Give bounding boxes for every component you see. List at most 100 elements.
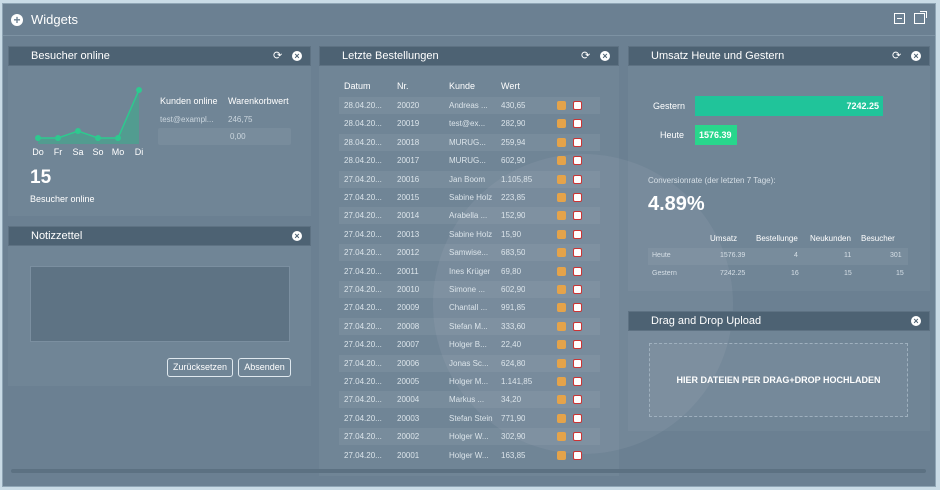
- customer-icon[interactable]: [557, 395, 566, 405]
- table-cell: 22,40: [501, 340, 522, 350]
- order-row[interactable]: 28.04.20... 20018 MURUG... 259,94: [339, 133, 600, 151]
- add-widget-icon[interactable]: +: [11, 14, 23, 26]
- order-row[interactable]: 27.04.20... 20015 Sabine Holz 223,85: [339, 189, 600, 206]
- email-icon[interactable]: [573, 285, 582, 294]
- email-icon[interactable]: [573, 266, 582, 276]
- email-icon[interactable]: [573, 193, 582, 202]
- email-icon[interactable]: [573, 156, 582, 166]
- close-icon[interactable]: ×: [600, 51, 610, 62]
- refresh-icon[interactable]: ⟳: [581, 47, 591, 66]
- email-icon[interactable]: [573, 248, 582, 258]
- email-icon[interactable]: [573, 395, 582, 405]
- customer-icon[interactable]: [557, 285, 566, 294]
- customer-icon[interactable]: [557, 266, 566, 276]
- table-cell: 20011: [397, 266, 419, 276]
- visitors-widget-header[interactable]: Besucher online ⟳ ×: [8, 46, 311, 66]
- minimize-icon[interactable]: [893, 13, 905, 24]
- email-icon[interactable]: [573, 229, 582, 239]
- table-cell: 27.04.20...: [344, 303, 382, 313]
- customer-icon[interactable]: [557, 211, 566, 221]
- email-icon[interactable]: [573, 340, 582, 350]
- close-icon[interactable]: ×: [911, 316, 921, 327]
- order-row[interactable]: 27.04.20... 20006 Jonas Sc... 624,80: [339, 354, 600, 372]
- email-icon[interactable]: [573, 413, 582, 423]
- upload-dropzone[interactable]: HIER DATEIEN PER DRAG+DROP HOCHLADEN: [649, 343, 908, 417]
- customer-icon[interactable]: [557, 303, 566, 313]
- order-row[interactable]: 28.04.20... 20020 Andreas ... 430,65: [339, 97, 600, 114]
- order-row[interactable]: 27.04.20... 20013 Sabine Holz 15,90: [339, 226, 600, 243]
- order-row[interactable]: 27.04.20... 20010 Simone ... 602,90: [339, 281, 600, 298]
- open-external-icon[interactable]: [914, 11, 927, 24]
- email-icon[interactable]: [573, 211, 582, 221]
- customer-icon[interactable]: [557, 358, 566, 368]
- customer-icon[interactable]: [557, 229, 566, 239]
- email-icon[interactable]: [573, 101, 582, 110]
- customer-icon[interactable]: [557, 193, 566, 202]
- table-cell: 27.04.20...: [344, 193, 382, 202]
- email-icon[interactable]: [573, 303, 582, 313]
- close-icon[interactable]: ×: [292, 231, 302, 242]
- order-row[interactable]: 27.04.20... 20002 Holger W... 302,90: [339, 428, 600, 446]
- customer-icon[interactable]: [557, 377, 566, 386]
- customer-icon[interactable]: [557, 248, 566, 258]
- notes-textarea[interactable]: [30, 266, 290, 342]
- order-row[interactable]: 28.04.20... 20019 test@ex... 282,90: [339, 115, 600, 132]
- customer-icon[interactable]: [557, 340, 566, 350]
- notes-widget: Notizzettel × Zurücksetzen Absenden: [8, 226, 311, 386]
- customer-icon[interactable]: [557, 119, 566, 129]
- customer-icon[interactable]: [557, 450, 566, 460]
- revenue-widget-header[interactable]: Umsatz Heute und Gestern ⟳ ×: [628, 46, 930, 66]
- email-icon[interactable]: [573, 450, 582, 460]
- table-cell: 991,85: [501, 303, 526, 313]
- table-cell: 28.04.20...: [344, 137, 382, 147]
- order-row[interactable]: 27.04.20... 20007 Holger B... 22,40: [339, 336, 600, 353]
- table-cell: 20020: [397, 101, 420, 110]
- notes-widget-header[interactable]: Notizzettel ×: [8, 226, 311, 246]
- order-row[interactable]: 27.04.20... 20003 Stefan Stein 771,90: [339, 410, 600, 427]
- conversion-value: 4.89%: [648, 193, 705, 215]
- customer-icon[interactable]: [557, 174, 566, 184]
- recent-orders-header[interactable]: Letzte Bestellungen ⟳ ×: [319, 46, 619, 66]
- order-row[interactable]: 27.04.20... 20014 Arabella ... 152,90: [339, 207, 600, 225]
- email-icon[interactable]: [573, 358, 582, 368]
- table-cell: 27.04.20...: [344, 285, 382, 294]
- horizontal-scrollbar[interactable]: [11, 469, 926, 473]
- table-cell: MURUG...: [449, 137, 486, 147]
- email-icon[interactable]: [573, 119, 582, 129]
- customer-icon[interactable]: [557, 137, 566, 147]
- close-icon[interactable]: ×: [911, 51, 921, 62]
- email-icon[interactable]: [573, 321, 582, 331]
- notes-widget-title: Notizzettel: [31, 230, 83, 242]
- upload-widget-header[interactable]: Drag and Drop Upload ×: [628, 311, 930, 331]
- email-icon[interactable]: [573, 377, 582, 386]
- order-row[interactable]: 27.04.20... 20008 Stefan M... 333,60: [339, 317, 600, 335]
- customer-icon[interactable]: [557, 413, 566, 423]
- order-row[interactable]: 28.04.20... 20017 MURUG... 602,90: [339, 152, 600, 169]
- column-header: Bestellunge: [756, 234, 798, 243]
- email-icon[interactable]: [573, 174, 582, 184]
- reset-button[interactable]: Zurücksetzen: [167, 358, 233, 377]
- table-cell: 20013: [397, 229, 420, 239]
- order-row[interactable]: 27.04.20... 20011 Ines Krüger 69,80: [339, 263, 600, 280]
- order-row[interactable]: 27.04.20... 20005 Holger M... 1.141,85: [339, 373, 600, 390]
- refresh-icon[interactable]: ⟳: [273, 47, 283, 66]
- order-row[interactable]: 27.04.20... 20001 Holger W... 163,85: [339, 447, 600, 464]
- table-cell: 27.04.20...: [344, 358, 382, 368]
- refresh-icon[interactable]: ⟳: [892, 47, 902, 66]
- order-row[interactable]: 27.04.20... 20009 Chantall ... 991,85: [339, 299, 600, 316]
- email-icon[interactable]: [573, 137, 582, 147]
- customer-icon[interactable]: [557, 101, 566, 110]
- order-row[interactable]: 27.04.20... 20004 Markus ... 34,20: [339, 391, 600, 409]
- customer-icon[interactable]: [557, 432, 566, 442]
- table-cell: Simone ...: [449, 285, 486, 294]
- customer-icon[interactable]: [557, 321, 566, 331]
- send-button[interactable]: Absenden: [238, 358, 291, 377]
- table-cell: Markus ...: [449, 395, 485, 405]
- email-icon[interactable]: [573, 432, 582, 442]
- table-cell: 1.105,85: [501, 174, 533, 184]
- order-row[interactable]: 27.04.20... 20012 Samwise... 683,50: [339, 244, 600, 262]
- close-icon[interactable]: ×: [292, 51, 302, 62]
- table-cell: 15: [844, 270, 852, 277]
- order-row[interactable]: 27.04.20... 20016 Jan Boom 1.105,85: [339, 170, 600, 188]
- customer-icon[interactable]: [557, 156, 566, 166]
